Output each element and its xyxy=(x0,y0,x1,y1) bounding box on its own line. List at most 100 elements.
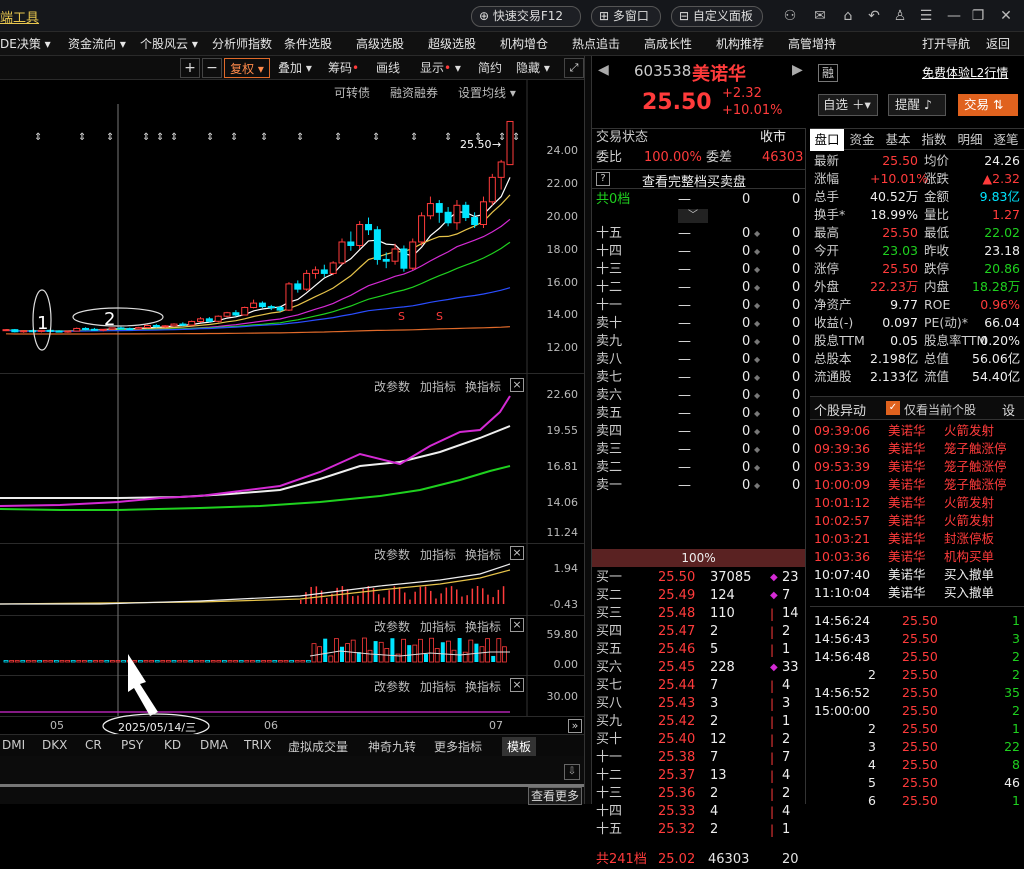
sell-level-row[interactable]: 卖五 —0 0 ◆ xyxy=(592,405,805,423)
add-favorite-button[interactable]: 自选 ＋▾ xyxy=(818,94,878,116)
prev-stock-icon[interactable]: ◀ xyxy=(598,62,609,78)
tab-tick-by-tick[interactable]: 逐笔 xyxy=(988,129,1024,151)
horizontal-scrollbar[interactable] xyxy=(0,784,584,787)
anomaly-time[interactable]: 09:39:06 xyxy=(814,422,870,440)
anomaly-stock[interactable]: 美诺华 xyxy=(888,512,926,530)
buy-level-row[interactable]: 买二 25.49 124 7 ◆ xyxy=(592,587,805,605)
quick-trade-button[interactable]: ⊕ 快速交易F12 xyxy=(471,6,581,27)
anomaly-time[interactable]: 10:03:36 xyxy=(814,548,870,566)
anomaly-event[interactable]: 火箭发射 xyxy=(944,494,994,512)
sell-level-row[interactable]: 十四 —0 0 ◆ xyxy=(592,243,805,261)
tab-dkx[interactable]: DKX xyxy=(42,738,67,752)
tab-dma[interactable]: DMA xyxy=(200,738,228,752)
buy-level-row[interactable]: 买十 25.40 12 2 | xyxy=(592,731,805,749)
buy-level-row[interactable]: 买三 25.48 110 14 | xyxy=(592,605,805,623)
tab-pankou[interactable]: 盘口 xyxy=(810,129,844,151)
anomaly-stock[interactable]: 美诺华 xyxy=(888,476,926,494)
multi-window-button[interactable]: ⊞ 多窗口 xyxy=(591,6,661,27)
home-icon[interactable]: ⌂ xyxy=(838,6,858,26)
only-current-label[interactable]: 仅看当前个股 xyxy=(904,401,976,418)
buy-level-row[interactable]: 十五 25.32 2 1 | xyxy=(592,821,805,839)
menu-item[interactable]: 高管增持 xyxy=(788,32,836,56)
tab-capital[interactable]: 资金 xyxy=(844,129,880,151)
menu-item[interactable]: 高级选股 xyxy=(356,32,404,56)
menu-icon[interactable]: ☰ xyxy=(916,6,936,26)
trade-button[interactable]: 交易 ⇅ xyxy=(958,94,1018,116)
buy-level-row[interactable]: 十四 25.33 4 4 | xyxy=(592,803,805,821)
tab-virtual-volume[interactable]: 虚拟成交量 xyxy=(288,738,348,755)
tab-trix[interactable]: TRIX xyxy=(244,738,271,752)
close-icon[interactable]: ✕ xyxy=(996,6,1016,26)
menu-item[interactable]: 个股风云 ▾ xyxy=(140,32,198,56)
menu-item[interactable]: 机构推荐 xyxy=(716,32,764,56)
buy-level-row[interactable]: 十二 25.37 13 4 | xyxy=(592,767,805,785)
collapse-icon[interactable]: ﹀ xyxy=(678,209,708,223)
minimize-panel-icon[interactable]: ⇩ xyxy=(564,764,580,780)
mail-icon[interactable]: ✉ xyxy=(810,6,830,26)
restore-icon[interactable]: ❐ xyxy=(968,6,988,26)
tab-index[interactable]: 指数 xyxy=(916,129,952,151)
fullscreen-icon[interactable]: ⤢ xyxy=(564,58,584,78)
anomaly-event[interactable]: 火箭发射 xyxy=(944,422,994,440)
anomaly-time[interactable]: 10:02:57 xyxy=(814,512,870,530)
menu-item[interactable]: DE决策 ▾ xyxy=(0,32,51,56)
sell-level-row[interactable]: 十二 —0 0 ◆ xyxy=(592,279,805,297)
chips-button[interactable]: 筹码• xyxy=(328,58,359,78)
splitter[interactable] xyxy=(584,56,592,804)
tab-magic-nine[interactable]: 神奇九转 xyxy=(368,738,416,755)
custom-panel-button[interactable]: ⊟ 自定义面板 xyxy=(671,6,763,27)
hide-button[interactable]: 隐藏 ▾ xyxy=(516,58,550,78)
anomaly-time[interactable]: 10:01:12 xyxy=(814,494,870,512)
tab-cr[interactable]: CR xyxy=(85,738,102,752)
next-stock-icon[interactable]: ▶ xyxy=(792,62,803,78)
zoom-out-button[interactable]: − xyxy=(202,58,222,78)
minimize-icon[interactable]: — xyxy=(944,6,964,26)
anomaly-event[interactable]: 买入撤单 xyxy=(944,584,994,602)
anomaly-event[interactable]: 笼子触涨停 xyxy=(944,476,1007,494)
zoom-in-button[interactable]: + xyxy=(180,58,200,78)
sell-level-row[interactable]: 卖六 —0 0 ◆ xyxy=(592,387,805,405)
checkbox-icon[interactable]: ✓ xyxy=(886,401,900,415)
anomaly-time[interactable]: 10:00:09 xyxy=(814,476,870,494)
tab-psy[interactable]: PSY xyxy=(121,738,143,752)
tab-basic[interactable]: 基本 xyxy=(880,129,916,151)
buy-level-row[interactable]: 买四 25.47 2 2 | xyxy=(592,623,805,641)
shirt-icon[interactable]: ♙ xyxy=(890,6,910,26)
anomaly-event[interactable]: 封涨停板 xyxy=(944,530,994,548)
anomaly-time[interactable]: 09:39:36 xyxy=(814,440,870,458)
buy-level-row[interactable]: 买七 25.44 7 4 | xyxy=(592,677,805,695)
sell-level-row[interactable]: 卖四 —0 0 ◆ xyxy=(592,423,805,441)
back-link[interactable]: 返回 xyxy=(986,32,1010,56)
menu-item[interactable]: 分析师指数 xyxy=(212,32,272,56)
tab-dmi[interactable]: DMI xyxy=(2,738,25,752)
buy-level-row[interactable]: 十三 25.36 2 2 | xyxy=(592,785,805,803)
anomaly-time[interactable]: 09:53:39 xyxy=(814,458,870,476)
app-title[interactable]: 端工具 xyxy=(0,7,39,26)
free-l2-link[interactable]: 免费体验L2行情 xyxy=(922,64,1008,81)
sell-level-row[interactable]: 十五 —0 0 ◆ xyxy=(592,225,805,243)
buy-level-row[interactable]: 买九 25.42 2 1 | xyxy=(592,713,805,731)
open-nav-link[interactable]: 打开导航 xyxy=(922,32,970,56)
menu-item[interactable]: 条件选股 xyxy=(284,32,332,56)
anomaly-stock[interactable]: 美诺华 xyxy=(888,530,926,548)
buy-level-row[interactable]: 买五 25.46 5 1 | xyxy=(592,641,805,659)
overlay-button[interactable]: 叠加 ▾ xyxy=(278,58,312,78)
fuquan-button[interactable]: 复权 ▾ xyxy=(224,58,270,78)
buy-level-row[interactable]: 买八 25.43 3 3 | xyxy=(592,695,805,713)
tab-template[interactable]: 模板 xyxy=(502,737,537,756)
anomaly-time[interactable]: 10:03:21 xyxy=(814,530,870,548)
sell-level-row[interactable]: 十三 —0 0 ◆ xyxy=(592,261,805,279)
buy-level-row[interactable]: 买六 25.45 228 33 ◆ xyxy=(592,659,805,677)
anomaly-event[interactable]: 机构买单 xyxy=(944,548,994,566)
tab-detail[interactable]: 明细 xyxy=(952,129,988,151)
sell-level-row[interactable]: 卖八 —0 0 ◆ xyxy=(592,351,805,369)
sell-level-row[interactable]: 卖三 —0 0 ◆ xyxy=(592,441,805,459)
anomaly-stock[interactable]: 美诺华 xyxy=(888,422,926,440)
anomaly-time[interactable]: 11:10:04 xyxy=(814,584,870,602)
menu-item[interactable]: 机构增仓 xyxy=(500,32,548,56)
anomaly-event[interactable]: 笼子触涨停 xyxy=(944,458,1007,476)
anomaly-event[interactable]: 火箭发射 xyxy=(944,512,994,530)
menu-item[interactable]: 超级选股 xyxy=(428,32,476,56)
anomaly-settings-button[interactable]: 设 xyxy=(1002,400,1015,419)
buy-level-row[interactable]: 买一 25.50 37085 23 ◆ xyxy=(592,569,805,587)
